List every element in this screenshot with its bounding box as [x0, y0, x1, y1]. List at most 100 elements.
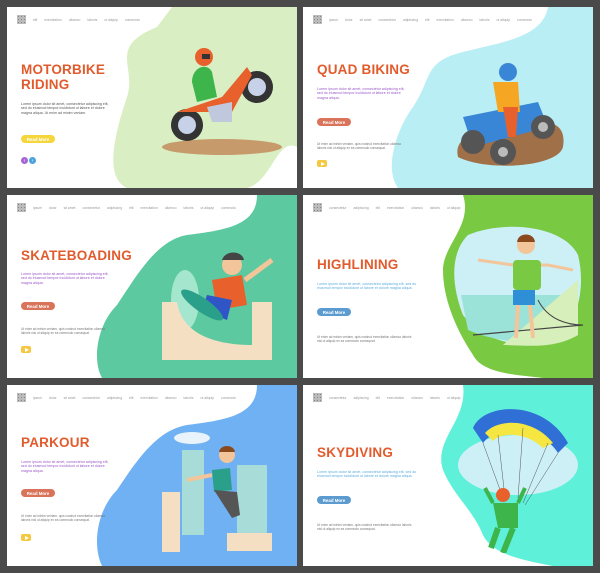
nav-item[interactable]: ut aliquip: [200, 396, 214, 400]
title-line: MOTORBIKE: [21, 62, 106, 77]
nav-item[interactable]: commodo: [221, 206, 236, 210]
nav-item[interactable]: ut aliquip: [104, 18, 118, 22]
nav-item[interactable]: laboris: [183, 206, 193, 210]
nav-bar: consectetur adipiscing elit exercitation…: [313, 393, 461, 402]
nav-item[interactable]: commodo: [221, 396, 236, 400]
nav-item[interactable]: sit amet: [360, 18, 372, 22]
page-title: SKYDIVING: [317, 445, 394, 460]
nav-item[interactable]: elit: [425, 18, 429, 22]
parkour-runner-illustration: [162, 432, 272, 552]
nav-item[interactable]: consectetur: [329, 396, 347, 400]
nav-item[interactable]: ut aliquip: [447, 206, 461, 210]
nav-item[interactable]: consectetur: [378, 18, 396, 22]
landing-page-skateboarding: ipsum dolor sit amet consectetur adipisc…: [7, 195, 297, 378]
nav-item[interactable]: elit: [129, 396, 133, 400]
nav-item[interactable]: sit amet: [64, 206, 76, 210]
page-title: PARKOUR: [21, 435, 90, 450]
nav-item[interactable]: elit: [376, 206, 380, 210]
page-title: HIGHLINING: [317, 257, 399, 272]
nav-item[interactable]: ut aliquip: [447, 396, 461, 400]
nav-item[interactable]: exercitation: [140, 206, 157, 210]
nav-item[interactable]: exercitation: [387, 206, 404, 210]
read-more-button[interactable]: Read More: [317, 496, 351, 504]
nav-bar: ipsum dolor sit amet consectetur adipisc…: [17, 393, 236, 402]
read-more-button[interactable]: Read More: [21, 302, 55, 310]
nav-item[interactable]: ut aliquip: [200, 206, 214, 210]
nav-item[interactable]: ullamco: [411, 396, 423, 400]
nav-item[interactable]: laboris: [87, 18, 97, 22]
nav-item[interactable]: laboris: [183, 396, 193, 400]
nav-item[interactable]: laboris: [430, 206, 440, 210]
prev-arrow-icon[interactable]: ‹: [21, 157, 28, 164]
nav-item[interactable]: exercitation: [436, 18, 453, 22]
secondary-text: Ut enim ad minim veniam, quis nostrud ex…: [317, 335, 412, 343]
nav-item[interactable]: dolor: [345, 18, 353, 22]
nav-item[interactable]: commodo: [125, 18, 140, 22]
play-video-icon[interactable]: [21, 346, 31, 353]
nav-item[interactable]: dolor: [49, 206, 57, 210]
nav-item[interactable]: exercitation: [140, 396, 157, 400]
nav-item[interactable]: laboris: [479, 18, 489, 22]
landing-page-motorbike: elit exercitation ullamco laboris ut ali…: [7, 7, 297, 188]
skydiver-illustration: [473, 409, 568, 553]
nav-item[interactable]: ut aliquip: [496, 18, 510, 22]
description: Lorem ipsum dolor sit amet, consectetur …: [317, 470, 417, 479]
quad-bike-rider-illustration: [457, 63, 564, 166]
read-more-button[interactable]: Read More: [21, 489, 55, 497]
landing-page-parkour: ipsum dolor sit amet consectetur adipisc…: [7, 385, 297, 566]
nav-item[interactable]: exercitation: [44, 18, 61, 22]
nav-item[interactable]: ullamco: [411, 206, 423, 210]
secondary-text: Ut enim ad minim veniam, quis nostrud ex…: [21, 514, 106, 522]
logo-icon[interactable]: [313, 203, 322, 212]
nav-item[interactable]: ullamco: [461, 18, 473, 22]
nav-item[interactable]: consectetur: [82, 206, 100, 210]
nav-item[interactable]: ullamco: [165, 206, 177, 210]
read-more-button[interactable]: Read More: [317, 118, 351, 126]
description: Lorem ipsum dolor sit amet, consectetur …: [317, 87, 405, 100]
description: Lorem ipsum dolor sit amet, consectetur …: [21, 460, 109, 473]
pager: ‹ ›: [21, 157, 36, 164]
logo-icon[interactable]: [17, 393, 26, 402]
title-line: RIDING: [21, 77, 70, 92]
logo-icon[interactable]: [17, 15, 26, 24]
nav-item[interactable]: elit: [129, 206, 133, 210]
nav-item[interactable]: consectetur: [82, 396, 100, 400]
landing-page-quad-biking: ipsum dolor sit amet consectetur adipisc…: [303, 7, 593, 188]
nav-item[interactable]: ullamco: [69, 18, 81, 22]
logo-icon[interactable]: [313, 15, 322, 24]
logo-icon[interactable]: [313, 393, 322, 402]
nav-item[interactable]: ullamco: [165, 396, 177, 400]
nav-item[interactable]: laboris: [430, 396, 440, 400]
logo-icon[interactable]: [17, 203, 26, 212]
nav-item[interactable]: elit: [33, 18, 37, 22]
nav-item[interactable]: consectetur: [329, 206, 347, 210]
read-more-button[interactable]: Read More: [317, 308, 351, 316]
page-title: QUAD BIKING: [317, 62, 410, 77]
nav-item[interactable]: exercitation: [387, 396, 404, 400]
secondary-text: Ut enim ad minim veniam, quis nostrud ex…: [21, 327, 106, 335]
nav-item[interactable]: ipsum: [33, 396, 42, 400]
nav-item[interactable]: adipiscing: [354, 396, 369, 400]
description: Lorem ipsum dolor sit amet, consectetur …: [317, 282, 417, 291]
read-more-button[interactable]: Read More: [21, 135, 55, 143]
nav-item[interactable]: adipiscing: [354, 206, 369, 210]
nav-item[interactable]: ipsum: [33, 206, 42, 210]
nav-item[interactable]: adipiscing: [107, 206, 122, 210]
secondary-text: Ut enim ad minim veniam, quis nostrud ex…: [317, 523, 412, 531]
nav-bar: elit exercitation ullamco laboris ut ali…: [17, 15, 140, 24]
description: Lorem ipsum dolor sit amet, consectetur …: [21, 102, 109, 115]
nav-item[interactable]: adipiscing: [403, 18, 418, 22]
next-arrow-icon[interactable]: ›: [29, 157, 36, 164]
nav-item[interactable]: dolor: [49, 396, 57, 400]
play-video-icon[interactable]: [317, 160, 327, 167]
nav-item[interactable]: commodo: [517, 18, 532, 22]
nav-item[interactable]: elit: [376, 396, 380, 400]
motorbike-rider-illustration: [162, 48, 282, 155]
play-video-icon[interactable]: [21, 534, 31, 541]
nav-bar: consectetur adipiscing elit exercitation…: [313, 203, 461, 212]
nav-item[interactable]: ipsum: [329, 18, 338, 22]
nav-item[interactable]: adipiscing: [107, 396, 122, 400]
secondary-text: Ut enim ad minim veniam, quis nostrud ex…: [317, 142, 402, 150]
nav-item[interactable]: sit amet: [64, 396, 76, 400]
page-title: SKATEBOADING: [21, 248, 132, 263]
